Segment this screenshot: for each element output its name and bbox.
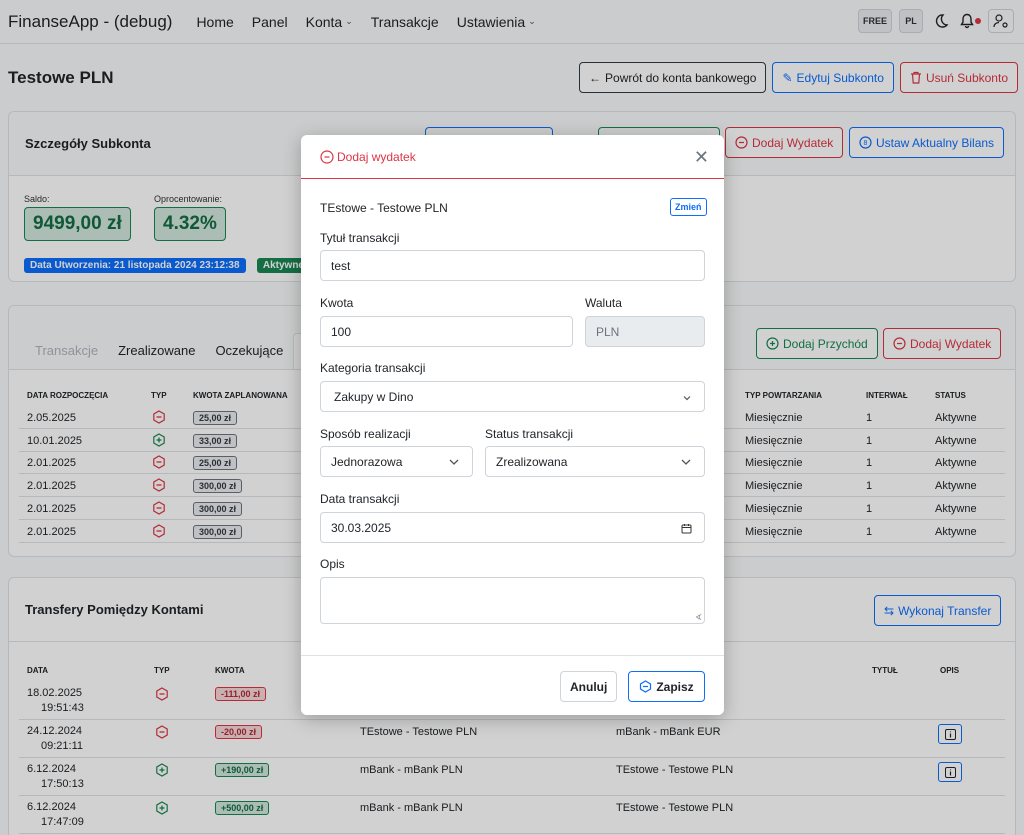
- date-label: Data transakcji: [320, 492, 400, 506]
- change-account-button[interactable]: Zmień: [670, 198, 707, 216]
- amount-label: Kwota: [320, 296, 354, 310]
- status-select-value: Zrealizowana: [496, 454, 568, 469]
- cancel-button[interactable]: Anuluj: [560, 671, 618, 702]
- minus-circle-icon: [320, 149, 334, 164]
- title-input[interactable]: test: [320, 250, 705, 281]
- modal-title: Dodaj wydatek: [337, 149, 416, 164]
- date-input[interactable]: 30.03.2025: [320, 512, 705, 543]
- chevron-down-icon: [683, 396, 691, 401]
- close-icon[interactable]: ✕: [694, 148, 709, 166]
- method-select[interactable]: Jednorazowa: [320, 446, 473, 477]
- category-select[interactable]: Zakupy w Dino: [320, 381, 705, 412]
- status-label: Status transakcji: [485, 427, 574, 441]
- calendar-icon[interactable]: [681, 523, 692, 534]
- date-input-value: 30.03.2025: [331, 520, 392, 535]
- chevron-down-icon: [681, 459, 691, 465]
- method-select-value: Jednorazowa: [331, 454, 403, 469]
- title-input-value: test: [331, 258, 351, 273]
- currency-label: Waluta: [585, 296, 622, 310]
- resize-handle-icon[interactable]: ∢: [695, 613, 702, 622]
- add-expense-modal: Dodaj wydatek ✕ TEstowe - Testowe PLN Zm…: [301, 135, 724, 715]
- save-hexagon-icon: [640, 680, 652, 693]
- amount-input[interactable]: 100: [320, 316, 573, 347]
- currency-input: PLN: [585, 316, 705, 347]
- amount-input-value: 100: [331, 324, 352, 339]
- title-label: Tytuł transakcji: [320, 231, 400, 245]
- save-button[interactable]: Zapisz: [628, 671, 705, 702]
- chevron-down-icon: [449, 459, 459, 465]
- save-label: Zapisz: [656, 679, 694, 694]
- method-label: Sposób realizacji: [320, 427, 411, 441]
- description-textarea[interactable]: ∢: [320, 577, 705, 624]
- status-select[interactable]: Zrealizowana: [485, 446, 705, 477]
- selected-account: TEstowe - Testowe PLN: [320, 201, 448, 215]
- currency-input-value: PLN: [596, 324, 620, 339]
- category-label: Kategoria transakcji: [320, 361, 426, 375]
- category-select-value: Zakupy w Dino: [334, 389, 414, 404]
- description-label: Opis: [320, 557, 345, 571]
